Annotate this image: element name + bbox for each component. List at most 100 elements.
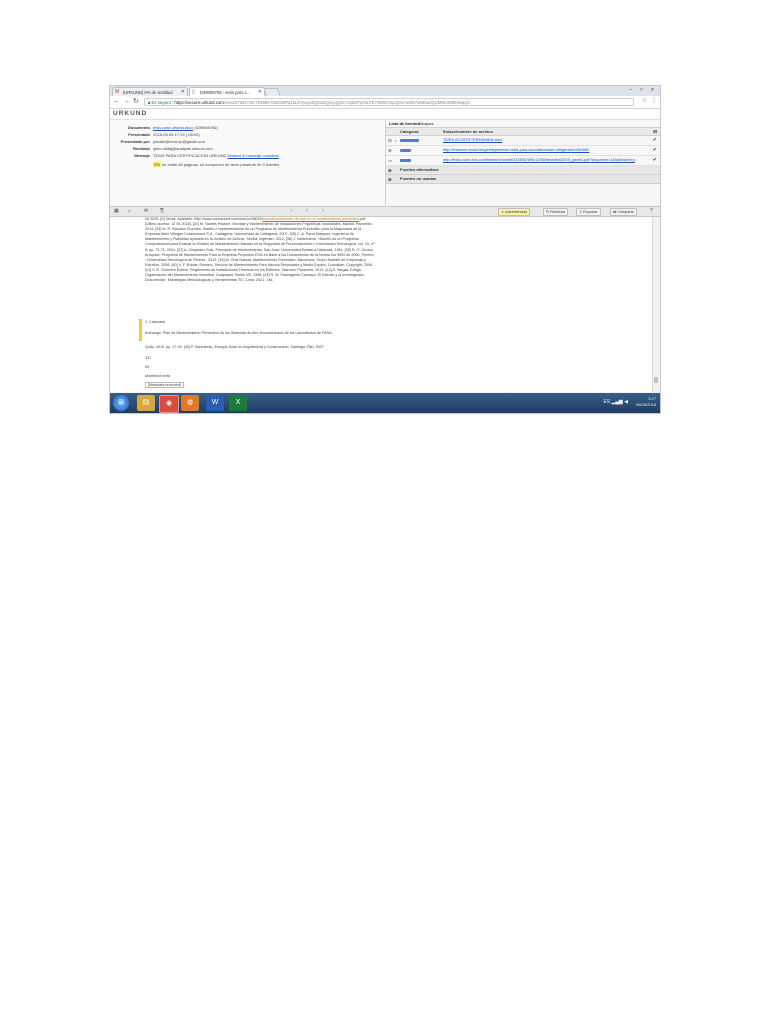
doc-info-value: jravalle@ecocop@gmail.com	[153, 139, 205, 144]
sources-panel: Lista de fuentes Bloques Categoría Enlac…	[386, 120, 660, 205]
document-id: (D39098765)	[194, 125, 218, 130]
source-link[interactable]: http://erasmus.recaiz.blog/reflejamiento…	[443, 146, 643, 155]
clock[interactable]: 3:27 06/05/2018	[636, 396, 656, 408]
alternative-sources-row[interactable]: ⊕ Fuentes alternativas	[386, 166, 660, 175]
document-scrollbar[interactable]	[652, 217, 660, 392]
window-controls: – □ ✕	[625, 87, 658, 93]
document-line: Montimiot evita	[145, 374, 170, 378]
document-paragraph: Archango, Plan de Mantenimiento Preventi…	[145, 331, 333, 335]
export-button[interactable]: ⇩ Exportar	[576, 208, 601, 216]
unused-sources-row[interactable]: ⊕ Fuentes no usadas	[386, 175, 660, 184]
word-icon[interactable]: W	[206, 395, 224, 411]
expand-icon[interactable]: ⊕	[388, 177, 394, 182]
scrollbar-thumb[interactable]	[654, 377, 658, 383]
chrome-icon[interactable]: ◉	[159, 395, 179, 413]
forward-arrow-icon[interactable]: →	[123, 97, 130, 107]
language-indicator[interactable]: ES	[603, 399, 610, 405]
doc-info-label: Mensaje	[134, 153, 150, 158]
reset-button[interactable]: ↻ Reiniciar	[543, 208, 569, 216]
urkund-logo: URKUND	[113, 110, 148, 117]
maximize-button[interactable]: □	[636, 87, 647, 93]
expand-icon[interactable]: ⊕	[388, 168, 394, 173]
document-paragraph: Quito, 2010, pp. 27-40. [45] P. Sanmient…	[145, 345, 325, 349]
export-icon: ⇩	[579, 210, 583, 214]
system-tray: ES ▂▄▆ ◀	[603, 399, 628, 405]
bookmark-star-icon[interactable]: ☆	[642, 97, 647, 104]
source-row[interactable]: ⊟ › TESIS ACOSTA TERMINADA.docx ✔	[386, 136, 660, 146]
similarity-percent: 0%	[153, 162, 161, 167]
tag-icon[interactable]: ⎘	[160, 207, 164, 216]
chart-icon[interactable]: ▦	[114, 207, 119, 216]
sources-tabs: Lista de fuentes Bloques	[386, 120, 660, 128]
source-row[interactable]: ⊕ http://erasmus.recaiz.blog/reflejamien…	[386, 146, 660, 156]
secure-label: Es seguro	[151, 100, 171, 105]
share-icon: ⇄	[613, 210, 617, 214]
arrow-up-icon[interactable]: ↑	[290, 207, 293, 216]
collapse-icon[interactable]: ⊟	[653, 128, 657, 135]
highlighted-link[interactable]: acondicionamiento-de-aire-en-el-mantenim…	[263, 217, 360, 221]
document-link[interactable]: tesis para urkund.docx	[153, 125, 193, 130]
back-arrow-icon[interactable]: ←	[113, 97, 120, 107]
browser-tab-strip: M [URKUND] 0% de similitud ✕ ▯ D39098765…	[110, 86, 660, 97]
reload-icon[interactable]: ↻	[133, 97, 139, 107]
document-info-panel: Documento tesis para urkund.docx (D39098…	[110, 120, 386, 205]
source-row[interactable]: ▭ http://tesis.ucsm.edu.co/bitstream/han…	[386, 156, 660, 166]
share-button[interactable]: ⇄ Compartir	[610, 208, 637, 216]
source-link[interactable]: TESIS ACOSTA TERMINADA.docx	[443, 136, 643, 145]
chevron-right-icon[interactable]: ›	[322, 207, 324, 216]
show-full-message-link[interactable]: Mostrar el mensaje completo	[228, 153, 279, 158]
header-category: Categoría	[400, 129, 419, 134]
excel-icon[interactable]: X	[229, 395, 247, 411]
tab-gmail-label: [URKUND] 0% de similitud	[123, 90, 173, 95]
tab-urkund[interactable]: ▯ D39098765 - tesis para c... ✕	[189, 87, 265, 96]
screenshot-frame: M [URKUND] 0% de similitud ✕ ▯ D39098765…	[109, 85, 661, 414]
firefox-icon[interactable]: ◍	[181, 395, 199, 411]
page-icon: ▯	[192, 89, 195, 95]
document-icon: ▭	[388, 158, 393, 163]
close-window-button[interactable]: ✕	[647, 87, 658, 93]
document-line: 337	[145, 356, 152, 360]
message-text: TESIS PARA CERTIFICACION URKUND	[153, 153, 227, 158]
tab-urkund-label: D39098765 - tesis para c...	[200, 90, 251, 95]
doc-info-label: Recibido	[133, 146, 150, 151]
tab-gmail[interactable]: M [URKUND] 0% de similitud ✕	[112, 87, 188, 96]
network-icon[interactable]: ▂▄▆	[612, 399, 623, 405]
minimize-button[interactable]: –	[625, 87, 636, 93]
document-paragraph: 69 2005. [E] Venta. Available: http://ww…	[145, 217, 375, 283]
address-bar[interactable]: 🔒︎ Es seguro | https://secure.urkund.com…	[144, 98, 634, 106]
document-text-area: 69 2005. [E] Venta. Available: http://ww…	[110, 217, 653, 392]
clock-date: 06/05/2018	[635, 402, 656, 407]
mail-icon[interactable]: ✉	[144, 207, 148, 216]
windows-start-button[interactable]: ⊞	[113, 395, 129, 411]
doc-info-value: 2018-05-06 17:13 (-05:00)	[153, 132, 200, 137]
explorer-icon[interactable]: ▤	[137, 395, 155, 411]
tab-blocks[interactable]: Bloques	[419, 120, 433, 127]
gmail-icon: M	[115, 89, 120, 95]
document-line: 94	[145, 365, 150, 369]
collapse-icon[interactable]: ⊟	[388, 138, 394, 143]
warnings-button[interactable]: ⚠ Advertencias	[498, 208, 531, 216]
similarity-summary-text: de estas 45 páginas, se componen de text…	[161, 162, 281, 167]
source-link[interactable]: http://tesis.ucsm.edu.co/bitstream/handl…	[443, 156, 643, 165]
browser-navbar: ← → ↻ 🔒︎ Es seguro | https://secure.urku…	[110, 96, 660, 109]
reset-icon: ↻	[546, 210, 550, 214]
help-icon[interactable]: ?	[650, 207, 653, 216]
checkbox-icon[interactable]: ✔	[653, 146, 657, 155]
metadata-removed-box: [Metadata removed]	[145, 382, 184, 388]
chevron-left-icon[interactable]: ‹	[306, 207, 308, 216]
close-icon[interactable]: ✕	[258, 88, 262, 96]
viewer-toolbar: ▦ ⌂ ✉ ⎘ ↑ ‹ › ⚠ Advertencias ↻ Reiniciar…	[110, 206, 660, 217]
close-icon[interactable]: ✕	[181, 88, 185, 96]
tab-source-list[interactable]: Lista de fuentes	[389, 120, 419, 127]
doc-info-label: Presentado por	[120, 139, 150, 144]
lock-icon: 🔒︎	[148, 100, 151, 105]
doc-info-value: ipino.unifaj@analysis.urkund.com	[153, 146, 213, 151]
urkund-header: URKUND	[110, 109, 660, 120]
home-icon[interactable]: ⌂	[128, 207, 131, 216]
checkbox-icon[interactable]: ✔	[653, 136, 657, 145]
volume-icon[interactable]: ◀	[624, 399, 628, 405]
checkbox-icon[interactable]: ✔	[653, 156, 657, 165]
doc-info-label: Documento	[128, 125, 150, 130]
windows-taskbar: ⊞ ▤ ◉ ◍ W X ES ▂▄▆ ◀ 3:27 06/05/2018	[110, 393, 660, 413]
browser-menu-icon[interactable]: ⋮	[651, 97, 657, 104]
